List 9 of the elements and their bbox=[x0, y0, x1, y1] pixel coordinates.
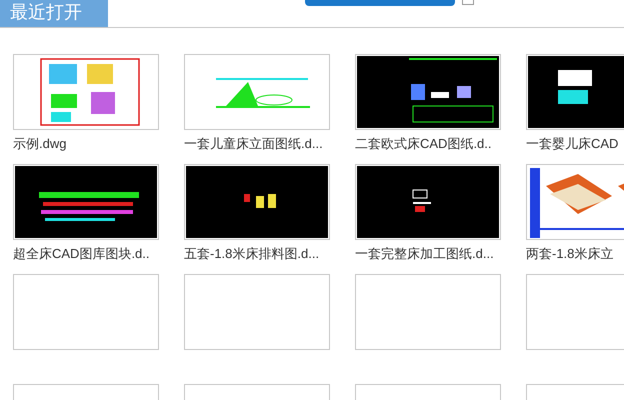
file-name: 五套-1.8米床排料图.d... bbox=[184, 245, 320, 263]
file-name: 两套-1.8米床立 bbox=[526, 245, 614, 263]
file-name: 超全床CAD图库图块.d.. bbox=[13, 245, 151, 263]
file-name: 二套欧式床CAD图纸.d.. bbox=[355, 135, 493, 153]
file-name: 一套婴儿床CAD bbox=[526, 135, 620, 153]
tab[interactable]: 最近打开 bbox=[0, 0, 108, 27]
file-name: 一套完整床加工图纸.d... bbox=[355, 245, 495, 263]
file-name: 示例.dwg bbox=[13, 135, 68, 153]
file-name: 一套儿童床立面图纸.d... bbox=[184, 135, 324, 153]
